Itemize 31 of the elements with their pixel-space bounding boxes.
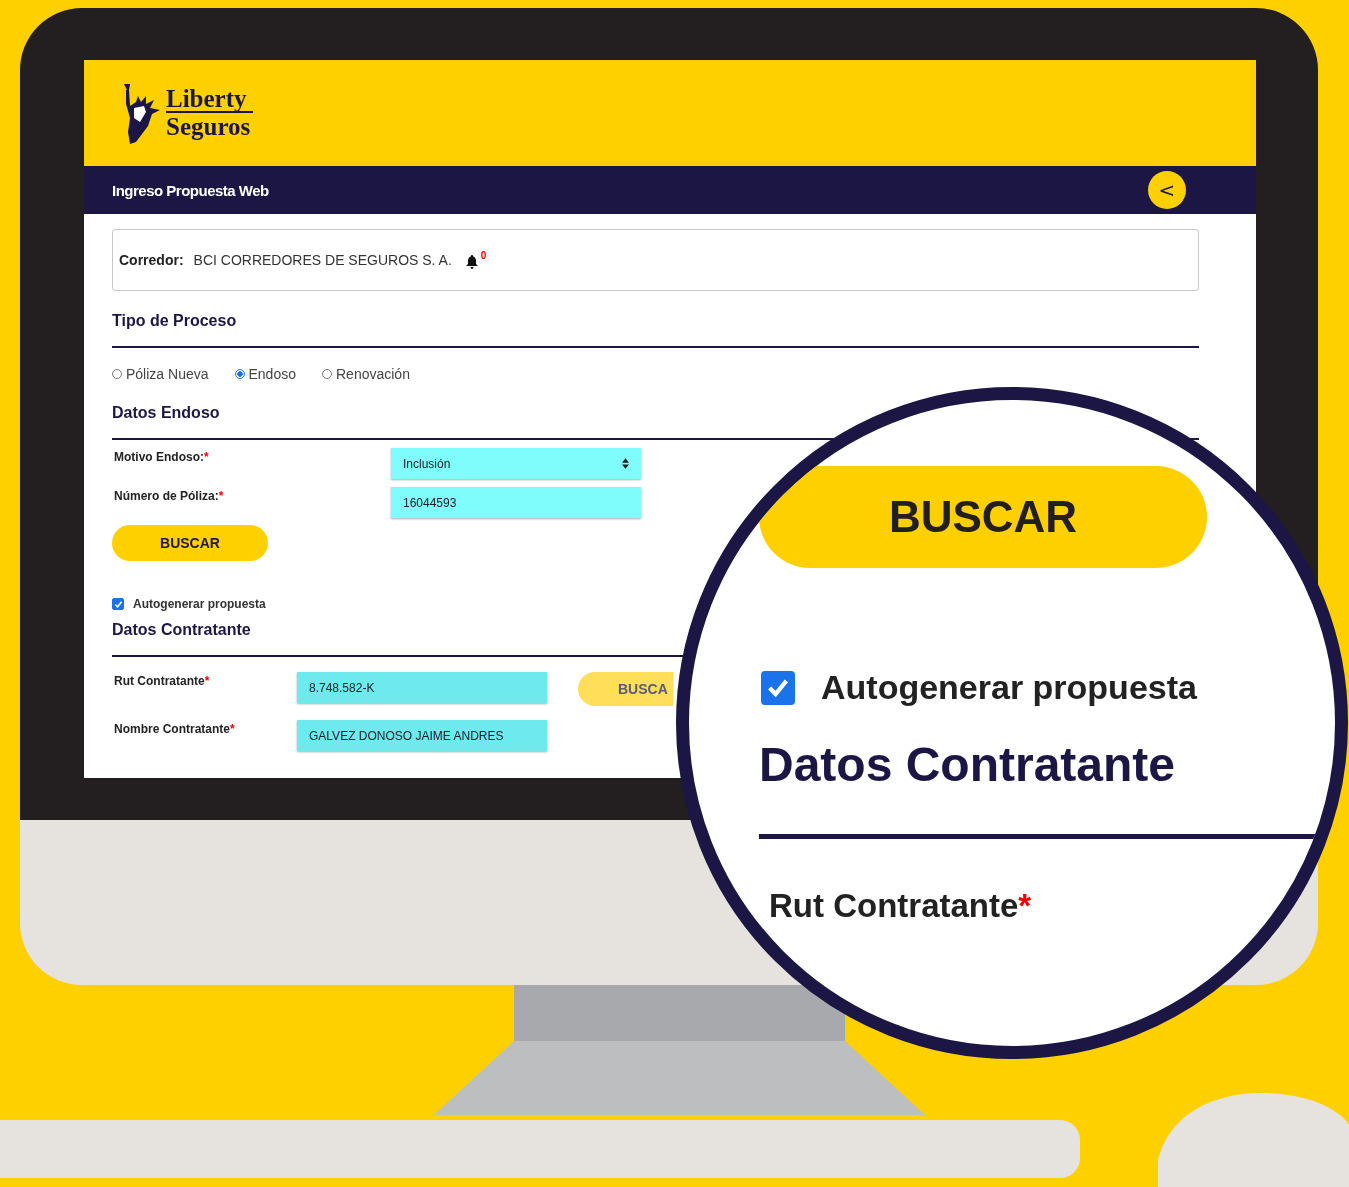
- checkbox[interactable]: [112, 598, 124, 610]
- section-title: Datos Endoso: [112, 404, 221, 422]
- search-button[interactable]: BUSCAR: [112, 525, 268, 561]
- notification-count: 0: [477, 248, 490, 262]
- field-label: Número de Póliza:*: [113, 488, 225, 503]
- logo-text: Seguros: [166, 112, 252, 140]
- checkbox-label[interactable]: Autogenerar propuesta: [133, 597, 266, 611]
- broker-label: Corredor:: [119, 252, 184, 268]
- search-button[interactable]: BUSCAR: [759, 466, 1207, 568]
- section-title: Datos Contratante: [759, 737, 1176, 792]
- select-field[interactable]: Inclusión: [391, 448, 641, 479]
- radio-label[interactable]: Renovación: [336, 366, 410, 382]
- field-label: Nombre Contratante*: [113, 721, 236, 736]
- section-title: Datos Contratante: [112, 621, 252, 639]
- logo-text: Liberty: [166, 86, 253, 113]
- input-field[interactable]: GALVEZ DONOSO JAIME ANDRES: [297, 720, 547, 751]
- radio-button[interactable]: [234, 369, 245, 379]
- input-field[interactable]: 8.748.582-K: [297, 672, 547, 703]
- up-down-arrows-icon[interactable]: [622, 458, 629, 469]
- bell-icon[interactable]: [465, 255, 478, 269]
- radio-label[interactable]: Endoso: [248, 366, 296, 382]
- section-title: Tipo de Proceso: [112, 312, 238, 330]
- radio-label[interactable]: Póliza Nueva: [126, 366, 209, 382]
- checkbox-label[interactable]: Autogenerar propuesta: [821, 668, 1197, 707]
- field-label: Motivo Endoso:*: [113, 449, 210, 464]
- broker-name: BCI CORREDORES DE SEGUROS S. A.: [193, 252, 452, 268]
- field-label: Rut Contratante*: [769, 887, 1032, 925]
- page-title: Ingreso Propuesta Web: [112, 181, 269, 199]
- back-button[interactable]: <: [1148, 171, 1186, 209]
- input-field[interactable]: 16044593: [391, 487, 641, 518]
- field-label: Rut Contratante*: [113, 673, 211, 688]
